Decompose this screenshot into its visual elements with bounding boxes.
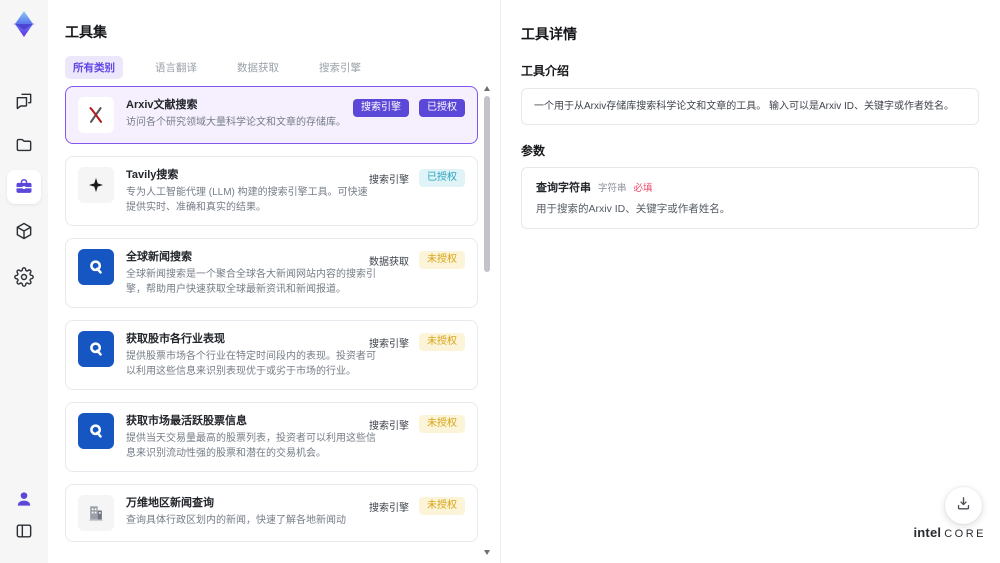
parameter-required-flag: 必填 — [633, 183, 653, 194]
tool-description: 访问各个研究领域大量科学论文和文章的存储库。 — [126, 117, 346, 128]
tool-card-sector-performance[interactable]: 获取股市各行业表现 提供股票市场各个行业在特定时间段内的表现。投资者可以利用这些… — [65, 320, 478, 390]
list-scrollbar — [483, 86, 491, 557]
tool-name: 万维地区新闻查询 — [126, 497, 214, 509]
parameter-description: 用于搜索的Arxiv ID、关键字或作者姓名。 — [536, 203, 731, 215]
collapse-sidebar-button[interactable] — [7, 514, 41, 548]
blue-q-icon — [78, 249, 114, 285]
tool-description: 专为人工智能代理 (LLM) 构建的搜索引擎工具。可快速提供实时、准确和真实的结… — [126, 187, 368, 213]
tool-badges: 数据获取 未授权 — [369, 251, 465, 269]
auth-status-badge: 未授权 — [419, 251, 465, 269]
auth-status-badge: 已授权 — [419, 99, 465, 117]
tool-name: Tavily搜索 — [126, 169, 179, 181]
auth-status-badge: 未授权 — [419, 497, 465, 515]
tool-name: 全球新闻搜索 — [126, 251, 192, 263]
tool-name: Arxiv文献搜索 — [126, 99, 198, 111]
tool-badges: 搜索引擎 未授权 — [369, 497, 465, 515]
tool-description: 提供股票市场各个行业在特定时间段内的表现。投资者可以利用这些信息来识别表现优于或… — [126, 351, 376, 377]
category-label: 搜索引擎 — [369, 502, 409, 514]
download-button[interactable] — [945, 487, 982, 524]
user-account-button[interactable] — [7, 482, 41, 516]
tool-card-arxiv[interactable]: Arxiv文献搜索 访问各个研究领域大量科学论文和文章的存储库。 搜索引擎 已授… — [65, 86, 478, 144]
page-title: 工具集 — [65, 24, 107, 40]
tool-detail-panel: 工具详情 工具介绍 一个用于从Arxiv存储库搜索科学论文和文章的工具。 输入可… — [500, 0, 1000, 563]
building-icon — [78, 495, 114, 531]
tool-card-tavily[interactable]: Tavily搜索 专为人工智能代理 (LLM) 构建的搜索引擎工具。可快速提供实… — [65, 156, 478, 226]
tool-badges: 搜索引擎 未授权 — [369, 333, 465, 351]
tab-language-translation[interactable]: 语言翻译 — [147, 56, 205, 79]
category-label: 搜索引擎 — [369, 420, 409, 432]
user-icon — [14, 489, 34, 509]
core-logo-text: core — [944, 528, 986, 540]
tools-panel: 工具集 所有类别 语言翻译 数据获取 搜索引擎 Arxiv文献搜索 访问各个研究… — [48, 0, 500, 563]
app-logo — [0, 8, 48, 40]
tool-name: 获取市场最活跃股票信息 — [126, 415, 247, 427]
category-tabs: 所有类别 语言翻译 数据获取 搜索引擎 — [65, 56, 369, 79]
tool-badges: 搜索引擎 已授权 — [369, 169, 465, 187]
tool-description: 查询具体行政区划内的新闻，快速了解各地新闻动 — [126, 515, 346, 526]
tool-badges: 搜索引擎 已授权 — [353, 99, 465, 117]
tool-card-regional-news[interactable]: 万维地区新闻查询 查询具体行政区划内的新闻，快速了解各地新闻动 搜索引擎 未授权 — [65, 484, 478, 542]
download-icon — [955, 495, 972, 517]
category-badge: 搜索引擎 — [353, 99, 409, 117]
chat-icon — [14, 91, 34, 111]
detail-title: 工具详情 — [521, 26, 577, 42]
auth-status-badge: 未授权 — [419, 333, 465, 351]
nav-packages-button[interactable] — [7, 214, 41, 248]
category-label: 数据获取 — [369, 256, 409, 268]
auth-status-badge: 已授权 — [419, 169, 465, 187]
intro-section-heading: 工具介绍 — [521, 64, 570, 78]
params-section-heading: 参数 — [521, 144, 546, 158]
tool-name: 获取股市各行业表现 — [126, 333, 225, 345]
scrollbar-thumb[interactable] — [484, 96, 490, 272]
tool-badges: 搜索引擎 未授权 — [369, 415, 465, 433]
parameter-name: 查询字符串 — [536, 182, 591, 194]
app-logo-diamond-icon — [8, 8, 40, 40]
intel-core-logo: intel core — [913, 525, 986, 540]
parameter-box: 查询字符串 字符串 必填 用于搜索的Arxiv ID、关键字或作者姓名。 — [521, 167, 979, 229]
left-nav-rail — [0, 0, 48, 563]
app-window: 工具集 所有类别 语言翻译 数据获取 搜索引擎 Arxiv文献搜索 访问各个研究… — [0, 0, 1000, 563]
parameter-type: 字符串 — [598, 183, 627, 194]
category-label: 搜索引擎 — [369, 338, 409, 350]
category-label: 搜索引擎 — [369, 174, 409, 186]
nav-chat-button[interactable] — [7, 84, 41, 118]
blue-q-icon — [78, 413, 114, 449]
collapse-panel-icon — [14, 521, 34, 541]
tool-description: 提供当天交易量最高的股票列表，投资者可以利用这些信息来识别流动性强的股票和潜在的… — [126, 433, 376, 459]
blue-q-icon — [78, 331, 114, 367]
tavily-star-icon — [78, 167, 114, 203]
tab-search-engine[interactable]: 搜索引擎 — [311, 56, 369, 79]
cube-icon — [14, 221, 34, 241]
gear-icon — [14, 267, 34, 287]
tool-description: 全球新闻搜索是一个聚合全球各大新闻网站内容的搜索引擎，帮助用户快速获取全球最新资… — [126, 269, 376, 295]
tool-card-global-news[interactable]: 全球新闻搜索 全球新闻搜索是一个聚合全球各大新闻网站内容的搜索引擎，帮助用户快速… — [65, 238, 478, 308]
toolbox-icon — [14, 177, 34, 197]
scrollbar-down-arrow[interactable] — [484, 550, 490, 555]
tool-card-list: Arxiv文献搜索 访问各个研究领域大量科学论文和文章的存储库。 搜索引擎 已授… — [65, 86, 478, 563]
nav-files-button[interactable] — [7, 128, 41, 162]
scrollbar-up-arrow[interactable] — [484, 86, 490, 91]
tool-intro-box: 一个用于从Arxiv存储库搜索科学论文和文章的工具。 输入可以是Arxiv ID… — [521, 88, 979, 125]
intel-logo-text: intel — [913, 525, 942, 540]
auth-status-badge: 未授权 — [419, 415, 465, 433]
nav-tools-button[interactable] — [7, 170, 41, 204]
tab-data-acquisition[interactable]: 数据获取 — [229, 56, 287, 79]
nav-settings-button[interactable] — [7, 260, 41, 294]
arxiv-x-icon — [78, 97, 114, 133]
tool-intro-text: 一个用于从Arxiv存储库搜索科学论文和文章的工具。 输入可以是Arxiv ID… — [534, 101, 954, 112]
folder-icon — [14, 135, 34, 155]
tool-card-active-stocks[interactable]: 获取市场最活跃股票信息 提供当天交易量最高的股票列表，投资者可以利用这些信息来识… — [65, 402, 478, 472]
tab-all-categories[interactable]: 所有类别 — [65, 56, 123, 79]
